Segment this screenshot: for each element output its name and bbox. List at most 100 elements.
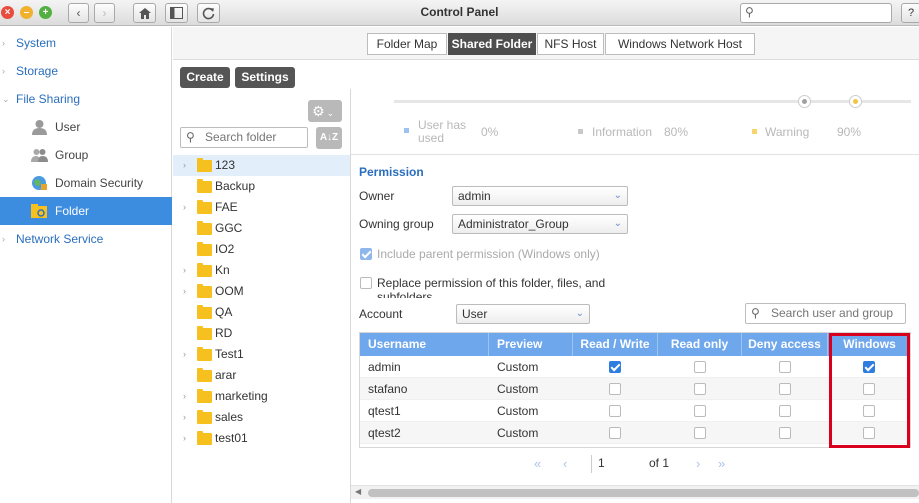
folder-icon [197,263,212,277]
scrollbar-thumb[interactable] [368,489,919,497]
chevron-right-icon[interactable]: › [183,344,186,365]
account-label: Account [359,307,403,321]
folder-item[interactable]: › FAE [173,197,350,218]
windows-permission-checkbox[interactable] [863,405,875,417]
sidebar-item-folder[interactable]: Folder [0,197,172,225]
deny-permission-checkbox[interactable] [779,427,791,439]
column-header-preview[interactable]: Preview [489,332,573,356]
table-row[interactable]: qtest1 Custom [359,400,911,422]
column-header-username[interactable]: Username [359,332,489,356]
folder-item[interactable]: › Kn [173,260,350,281]
ro-permission-checkbox[interactable] [694,361,706,373]
sidebar-item-domain-security[interactable]: Domain Security [0,170,172,196]
rw-permission-checkbox[interactable] [609,383,621,395]
tab-shared-folder[interactable]: Shared Folder [448,33,536,55]
folder-search-field[interactable]: ⚲ [180,127,308,148]
sidebar-item-group[interactable]: Group [0,142,172,168]
chevron-right-icon[interactable]: › [183,407,186,428]
chevron-right-icon[interactable]: › [183,197,186,218]
include-parent-checkbox[interactable] [360,248,372,260]
table-row[interactable]: qtest2 Custom [359,422,911,444]
rw-permission-checkbox[interactable] [609,405,621,417]
ro-permission-checkbox[interactable] [694,383,706,395]
chevron-down-icon: ⌄ [613,218,622,229]
account-select[interactable]: User ⌄ [456,304,590,324]
folder-item[interactable]: RD [173,323,350,344]
rw-permission-checkbox[interactable] [609,361,621,373]
last-page-icon[interactable]: » [718,456,725,471]
column-header-read-only[interactable]: Read only [658,332,742,356]
folder-name: FAE [215,200,238,214]
table-row[interactable]: stafano Custom [359,378,911,400]
folder-item[interactable]: › test01 [173,428,350,449]
sidebar-item-user[interactable]: User [0,114,172,140]
chevron-right-icon[interactable]: › [183,155,186,176]
owning-group-select[interactable]: Administrator_Group ⌄ [452,214,628,234]
rw-permission-checkbox[interactable] [609,427,621,439]
folder-item[interactable]: QA [173,302,350,323]
chevron-down-icon: ⌄ [2,94,10,104]
user-search-field[interactable]: ⚲ [745,303,906,324]
folder-item[interactable]: › Test1 [173,344,350,365]
search-icon: ⚲ [751,306,760,320]
next-page-icon[interactable]: › [696,456,700,471]
table-row[interactable]: admin Custom [359,356,911,378]
globe-icon [32,176,47,190]
tab-folder-map[interactable]: Folder Map [367,33,447,55]
sidebar-item-storage[interactable]: › Storage [0,58,172,84]
sidebar-item-system[interactable]: › System [0,30,172,56]
owning-group-label: Owning group [359,217,434,231]
folder-item[interactable]: › 123 [173,155,350,176]
ro-permission-checkbox[interactable] [694,405,706,417]
folder-name: RD [215,326,233,340]
deny-permission-checkbox[interactable] [779,383,791,395]
column-header-deny-access[interactable]: Deny access [742,332,828,356]
tab-strip: Folder Map Shared Folder NFS Host Window… [173,27,919,60]
windows-permission-checkbox[interactable] [863,383,875,395]
first-page-icon[interactable]: « [534,456,541,471]
chevron-right-icon[interactable]: › [183,386,186,407]
sidebar-item-file-sharing[interactable]: ⌄ File Sharing [0,86,172,112]
folder-item[interactable]: Backup [173,176,350,197]
replace-permission-checkbox[interactable] [360,277,372,289]
windows-permission-checkbox[interactable] [863,427,875,439]
chevron-right-icon: › [2,234,5,244]
scroll-left-icon[interactable]: ◀ [355,487,361,496]
sidebar-item-network-service[interactable]: › Network Service [0,226,172,252]
column-header-read-write[interactable]: Read / Write [573,332,658,356]
folder-item[interactable]: IO2 [173,239,350,260]
folder-icon [197,431,212,445]
tab-windows-network-host[interactable]: Windows Network Host [605,33,755,55]
information-threshold-handle[interactable] [798,95,811,108]
settings-button[interactable]: Settings [235,67,295,88]
tab-nfs-host[interactable]: NFS Host [537,33,604,55]
previous-page-icon[interactable]: ‹ [563,456,567,471]
folder-item[interactable]: › sales [173,407,350,428]
page-number-input[interactable]: 1 [598,456,605,470]
folder-item[interactable]: › OOM [173,281,350,302]
global-search-input[interactable]: ⚲ [740,3,892,23]
chevron-right-icon[interactable]: › [183,260,186,281]
create-button[interactable]: Create [180,67,230,88]
ro-permission-checkbox[interactable] [694,427,706,439]
user-search-input[interactable] [771,306,903,320]
folder-search-input[interactable] [205,130,305,144]
sort-button[interactable]: A↓Z [316,127,342,149]
warning-threshold-handle[interactable] [849,95,862,108]
deny-permission-checkbox[interactable] [779,405,791,417]
folder-item[interactable]: GGC [173,218,350,239]
help-button[interactable]: ? [901,3,919,23]
folder-icon [197,284,212,298]
preview-cell: Custom [497,360,539,374]
horizontal-scrollbar[interactable]: ◀ [351,485,919,499]
folder-item[interactable]: arar [173,365,350,386]
chevron-right-icon[interactable]: › [183,281,186,302]
folder-options-button[interactable]: ⚙ ⌄ [308,100,342,122]
chevron-right-icon[interactable]: › [183,428,186,449]
windows-permission-checkbox[interactable] [863,361,875,373]
deny-permission-checkbox[interactable] [779,361,791,373]
column-header-windows[interactable]: Windows [828,332,911,356]
owner-select[interactable]: admin ⌄ [452,186,628,206]
folder-icon [197,158,212,172]
folder-item[interactable]: › marketing [173,386,350,407]
